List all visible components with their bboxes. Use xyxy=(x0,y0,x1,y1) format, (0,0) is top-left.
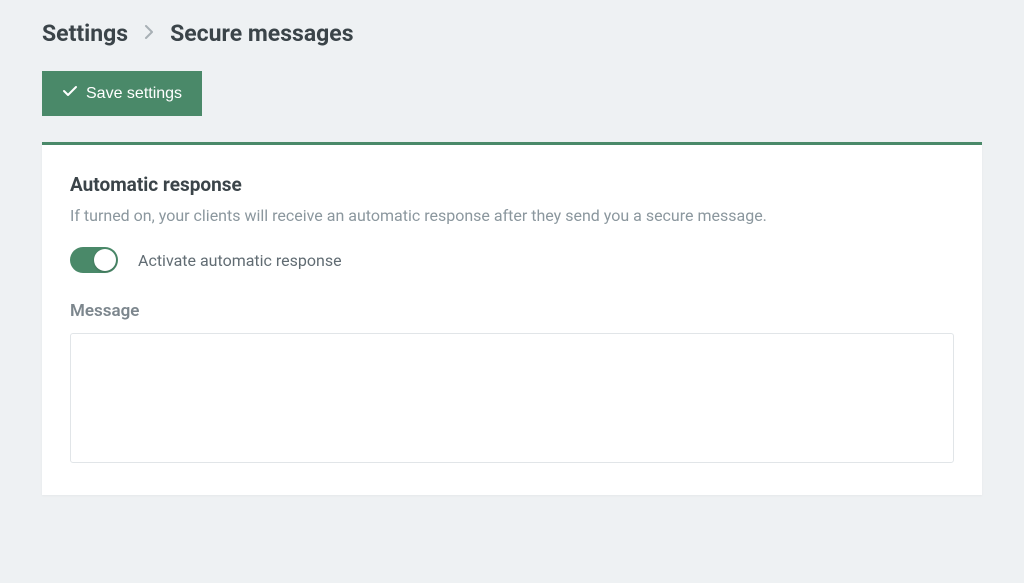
check-icon xyxy=(62,83,78,104)
toggle-row: Activate automatic response xyxy=(70,247,954,273)
card-title: Automatic response xyxy=(70,173,954,196)
breadcrumb-root[interactable]: Settings xyxy=(42,20,128,47)
toggle-knob xyxy=(94,249,116,271)
message-field-label: Message xyxy=(70,301,954,321)
breadcrumb: Settings Secure messages xyxy=(42,20,982,47)
toggle-label: Activate automatic response xyxy=(138,251,342,270)
card-description: If turned on, your clients will receive … xyxy=(70,206,954,225)
message-textarea[interactable] xyxy=(70,333,954,463)
save-settings-button[interactable]: Save settings xyxy=(42,71,202,116)
chevron-right-icon xyxy=(144,23,154,44)
save-button-label: Save settings xyxy=(86,85,182,103)
activate-automatic-response-toggle[interactable] xyxy=(70,247,118,273)
breadcrumb-current: Secure messages xyxy=(170,20,353,47)
automatic-response-card: Automatic response If turned on, your cl… xyxy=(42,142,982,495)
